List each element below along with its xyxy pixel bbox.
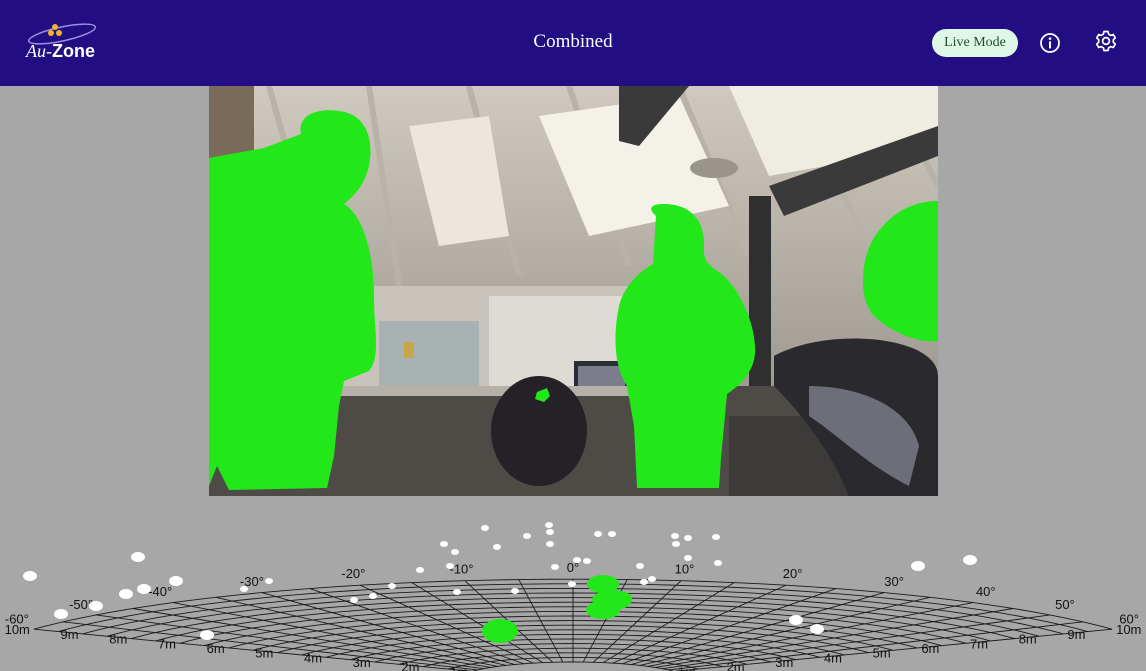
gear-icon[interactable] (1093, 28, 1119, 54)
range-label-left: 7m (158, 636, 176, 651)
range-label-right: 5m (873, 646, 891, 661)
radar-point (963, 555, 977, 565)
radar-point (200, 630, 214, 640)
radar-point (493, 544, 501, 550)
range-label-right: 3m (775, 655, 793, 670)
radar-point (240, 586, 248, 592)
angle-label: -10° (449, 562, 473, 577)
radar-point (810, 624, 824, 634)
radar-point (573, 557, 581, 563)
radar-point (789, 615, 803, 625)
info-icon[interactable] (1037, 30, 1063, 56)
range-label-left: 5m (255, 646, 273, 661)
range-label-left: 8m (109, 632, 127, 647)
range-label-left: 6m (207, 641, 225, 656)
radar-point (446, 563, 454, 569)
radar-point (712, 534, 720, 540)
radar-point (671, 533, 679, 539)
radar-point (416, 567, 424, 573)
angle-label: 20° (783, 566, 803, 581)
radar-point (369, 593, 377, 599)
range-label-left: 4m (304, 650, 322, 665)
range-label-right: 1m (678, 664, 696, 671)
radar-point (714, 560, 722, 566)
app-header: Au-Zone Combined Live Mode (0, 0, 1146, 86)
radar-point (648, 576, 656, 582)
radar-point (672, 541, 680, 547)
radar-point (23, 571, 37, 581)
radar-point (684, 535, 692, 541)
radar-point (350, 597, 358, 603)
radar-point (453, 589, 461, 595)
radar-plot: -60° -50° -40° -30° -20° -10° 0° 10° 20° 30° 40° 50… (0, 496, 1146, 671)
radar-point (451, 549, 459, 555)
angle-label: 10° (675, 562, 695, 577)
radar-point (89, 601, 103, 611)
range-label-left: 10m (5, 622, 30, 637)
radar-point (640, 579, 648, 585)
radar-point (440, 541, 448, 547)
radar-point (137, 584, 151, 594)
radar-point (636, 563, 644, 569)
range-label-right: 7m (970, 636, 988, 651)
radar-point (481, 525, 489, 531)
angle-label: 30° (884, 574, 904, 589)
range-label-right: 6m (921, 641, 939, 656)
angle-label: -40° (148, 584, 172, 599)
range-label-left: 9m (61, 627, 79, 642)
radar-point (169, 576, 183, 586)
radar-point (511, 588, 519, 594)
range-label-left: 3m (353, 655, 371, 670)
radar-point (583, 558, 591, 564)
range-label-right: 2m (727, 660, 745, 671)
range-label-right: 9m (1067, 627, 1085, 642)
radar-point (54, 609, 68, 619)
range-label-left: 2m (401, 660, 419, 671)
camera-feed (209, 86, 938, 496)
angle-label: -20° (341, 566, 365, 581)
radar-point (523, 533, 531, 539)
radar-point (546, 529, 554, 535)
radar-point (551, 564, 559, 570)
live-mode-button[interactable]: Live Mode (932, 29, 1018, 57)
range-label-left: 1m (450, 664, 468, 671)
angle-label: 40° (976, 584, 996, 599)
range-label-right: 8m (1019, 632, 1037, 647)
radar-point (608, 531, 616, 537)
radar-point (568, 581, 576, 587)
radar-point (265, 578, 273, 584)
radar-detection (608, 591, 632, 607)
radar-point (388, 583, 396, 589)
angle-label: 50° (1055, 597, 1075, 612)
radar-point (546, 541, 554, 547)
radar-point (545, 522, 553, 528)
range-label-right: 10m (1116, 622, 1141, 637)
radar-detection (482, 619, 518, 643)
range-label-right: 4m (824, 650, 842, 665)
radar-point (131, 552, 145, 562)
radar-point (594, 531, 602, 537)
radar-point (119, 589, 133, 599)
radar-point (911, 561, 925, 571)
radar-point (684, 555, 692, 561)
